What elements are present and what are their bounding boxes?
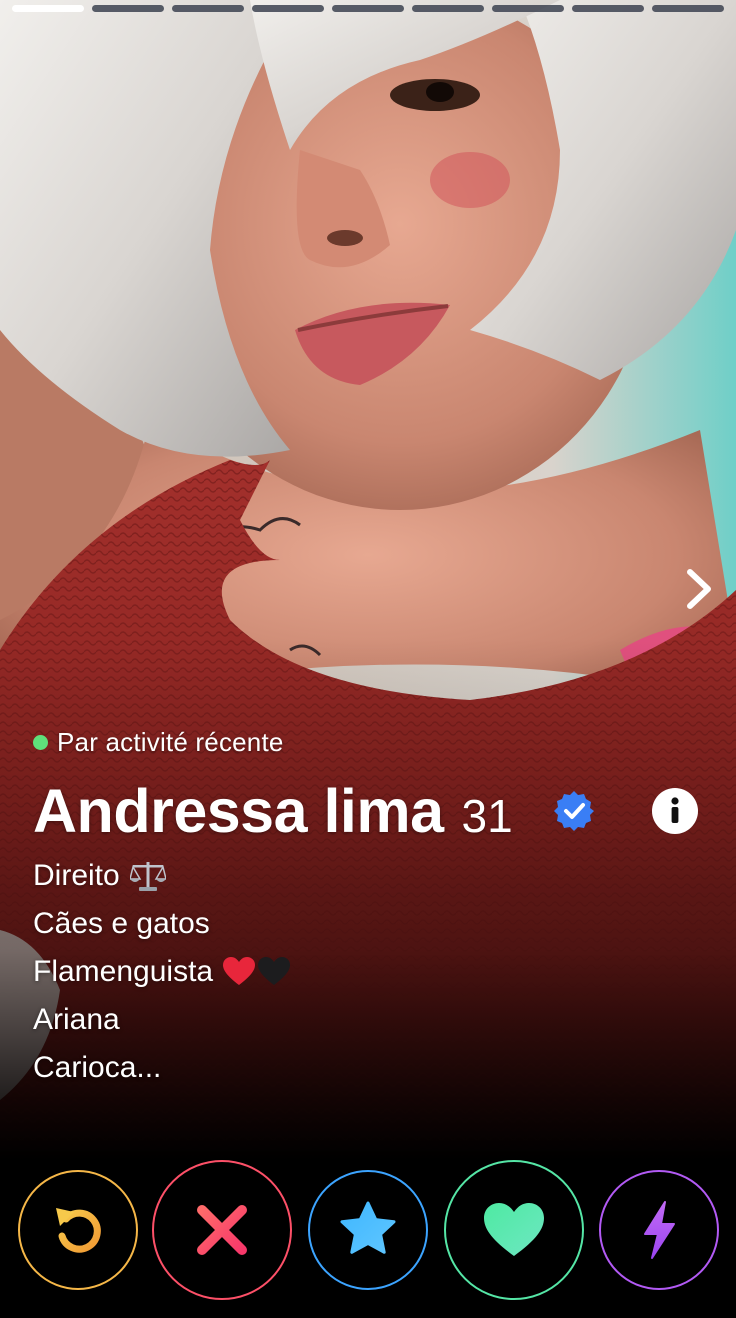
bio-line: Carioca... bbox=[33, 1044, 553, 1092]
scales-emoji-icon bbox=[129, 859, 166, 893]
bio-line: Ariana bbox=[33, 996, 553, 1044]
rewind-icon bbox=[56, 1208, 101, 1253]
x-icon bbox=[197, 1205, 247, 1255]
photo-indicator[interactable] bbox=[92, 5, 164, 12]
profile-info-button[interactable] bbox=[652, 788, 698, 834]
star-icon bbox=[340, 1201, 396, 1254]
photo-indicator[interactable] bbox=[252, 5, 324, 12]
info-icon bbox=[671, 797, 679, 823]
profile-name: Andressa lima bbox=[33, 777, 444, 845]
bio-line-text: Flamenguista bbox=[33, 955, 214, 988]
photo-indicator[interactable] bbox=[12, 5, 84, 12]
action-bar bbox=[0, 1158, 736, 1300]
activity-status: Par activité récente bbox=[33, 724, 284, 760]
activity-status-text: Par activité récente bbox=[57, 726, 284, 757]
boost-button[interactable] bbox=[599, 1170, 719, 1290]
bio-line-text: Direito bbox=[33, 859, 120, 892]
red-heart-black-heart-emoji-icon bbox=[223, 956, 291, 988]
bio-line-text: Ariana bbox=[33, 1003, 120, 1036]
nope-button[interactable] bbox=[152, 1160, 292, 1300]
profile-header: Andressa lima 31 bbox=[33, 776, 513, 848]
photo-indicator[interactable] bbox=[412, 5, 484, 12]
super-like-button[interactable] bbox=[308, 1170, 428, 1290]
next-photo-button[interactable] bbox=[680, 566, 720, 612]
rewind-button[interactable] bbox=[18, 1170, 138, 1290]
bio-line-text: Carioca... bbox=[33, 1051, 162, 1084]
photo-indicator[interactable] bbox=[332, 5, 404, 12]
photo-indicator[interactable] bbox=[172, 5, 244, 12]
photo-indicator[interactable] bbox=[492, 5, 564, 12]
photo-progress-bar bbox=[12, 5, 724, 13]
bio-line: Cães e gatos bbox=[33, 900, 553, 948]
verified-badge-icon bbox=[553, 790, 595, 832]
photo-indicator[interactable] bbox=[652, 5, 724, 12]
profile-bio: Direito Cães e gatos Flamenguista Ariana… bbox=[33, 852, 553, 1092]
profile-age: 31 bbox=[461, 790, 513, 842]
bio-line: Direito bbox=[33, 852, 553, 900]
like-button[interactable] bbox=[444, 1160, 584, 1300]
photo-indicator[interactable] bbox=[572, 5, 644, 12]
online-dot-icon bbox=[33, 735, 48, 750]
bio-line-text: Cães e gatos bbox=[33, 907, 210, 940]
chevron-right-icon bbox=[687, 569, 711, 609]
heart-icon bbox=[484, 1203, 544, 1256]
bio-line: Flamenguista bbox=[33, 948, 553, 996]
lightning-icon bbox=[644, 1201, 675, 1259]
profile-card[interactable]: Par activité récente Andressa lima 31 Di… bbox=[0, 0, 736, 1318]
